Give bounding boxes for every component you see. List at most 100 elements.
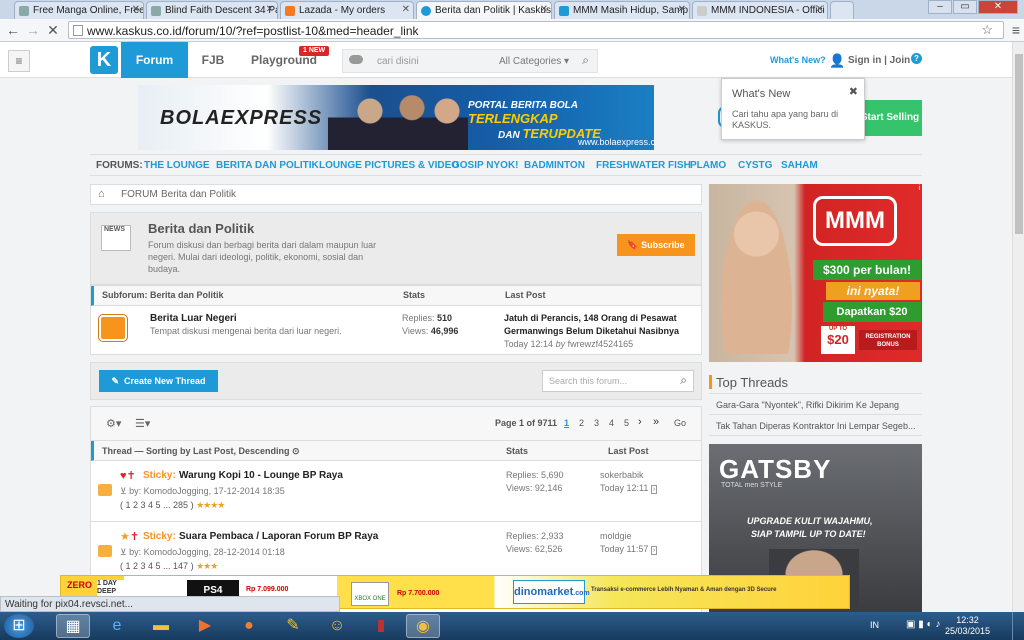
back-arrow-icon[interactable]: ← xyxy=(4,22,22,38)
signin-link[interactable]: Sign in | Join xyxy=(848,55,910,66)
bookmark-star-icon[interactable]: ☆ xyxy=(981,22,993,38)
url-bar[interactable]: www.kaskus.co.id/forum/10/?ref=postlist-… xyxy=(68,21,1004,39)
forum-link[interactable]: BERITA DAN POLITIK xyxy=(216,155,319,177)
subscribe-button[interactable]: 🔖 Subscribe xyxy=(617,234,695,256)
forum-link[interactable]: CYSTG xyxy=(738,155,772,177)
start-button[interactable]: ⊞ xyxy=(4,614,34,638)
list-item[interactable]: Tak Tahan Diperas Kontraktor Ini Lempar … xyxy=(709,416,922,436)
mmm-ad[interactable]: MMM $300 per bulan! ini nyata! Dapatkan … xyxy=(709,184,922,362)
category-select[interactable]: All Categories ▾ xyxy=(499,56,569,67)
browser-tab[interactable]: Free Manga Online, Free M ✕ xyxy=(14,1,144,19)
forum-link[interactable]: PLAMO xyxy=(690,155,726,177)
breadcrumb-forum[interactable]: FORUM xyxy=(121,185,158,204)
page-link[interactable]: 2 xyxy=(579,418,584,428)
stop-loading-icon[interactable]: ✕ xyxy=(44,22,62,39)
media-player-icon[interactable]: ▶ xyxy=(188,614,222,638)
app-icon[interactable]: ✎ xyxy=(276,614,310,638)
start-selling-button[interactable]: Start Selling xyxy=(858,100,922,136)
window-close-icon[interactable]: ✕ xyxy=(978,0,1018,14)
last-post-time[interactable]: Today 12:11 › xyxy=(600,483,658,494)
tray-icons[interactable]: ▣ ▮ ◐ ♪ xyxy=(906,619,940,630)
page-link[interactable]: 5 xyxy=(624,418,629,428)
close-icon[interactable]: ✕ xyxy=(678,4,686,15)
thread-pages[interactable]: ( 1 2 3 4 5 ... 285 ) ★★★★ xyxy=(120,500,225,511)
page-link-current[interactable]: 1 xyxy=(564,418,569,428)
last-post-user[interactable]: sokerbabik xyxy=(600,470,644,480)
explorer-icon[interactable]: ▦ xyxy=(56,614,90,638)
last-post-user[interactable]: moldgie xyxy=(600,531,632,541)
page-link[interactable]: 4 xyxy=(609,418,614,428)
forum-link[interactable]: FRESHWATER FISH xyxy=(596,155,691,177)
author-text[interactable]: KomodoJogging, 17-12-2014 18:35 xyxy=(144,486,285,496)
top-thread-link[interactable]: Tak Tahan Diperas Kontraktor Ini Lempar … xyxy=(716,421,915,431)
nav-tab-forum[interactable]: Forum xyxy=(121,42,188,78)
search-input[interactable]: cari disini xyxy=(377,56,419,67)
hamburger-menu-icon[interactable]: ≡ xyxy=(8,50,30,72)
last-post-title[interactable]: Jatuh di Perancis, 148 Orang di Pesawat xyxy=(504,313,677,323)
subforum-name[interactable]: Berita Luar Negeri xyxy=(150,313,237,324)
bolaexpress-banner[interactable]: BOLAEXPRESS PORTAL BERITA BOLA TERLENGKA… xyxy=(138,85,654,150)
close-icon[interactable]: ✕ xyxy=(816,4,824,15)
chrome-icon[interactable]: ◉ xyxy=(406,614,440,638)
page-link[interactable]: 3 xyxy=(594,418,599,428)
close-icon[interactable]: ✕ xyxy=(132,4,140,15)
thread-title[interactable]: Suara Pembaca / Laporan Forum BP Raya xyxy=(179,531,378,542)
kaskus-logo[interactable]: K xyxy=(90,46,118,74)
help-icon[interactable]: ? xyxy=(911,53,922,64)
last-post-user[interactable]: fwrewzf4524165 xyxy=(568,339,634,349)
thread-title[interactable]: Warung Kopi 10 - Lounge BP Raya xyxy=(179,470,343,481)
minimize-icon[interactable]: – xyxy=(928,0,952,14)
show-desktop-button[interactable] xyxy=(1012,612,1024,640)
go-button[interactable]: Go xyxy=(674,418,686,428)
home-icon[interactable]: ⌂ xyxy=(98,185,105,204)
goto-last-icon[interactable]: › xyxy=(650,485,658,494)
site-search[interactable]: cari disini All Categories ▾ ⌕ xyxy=(342,49,598,73)
settings-gear-icon[interactable]: ⚙▾ xyxy=(106,417,121,430)
close-icon[interactable]: ✕ xyxy=(540,4,548,15)
language-indicator[interactable]: IN xyxy=(870,620,879,630)
goto-last-icon[interactable]: › xyxy=(650,546,658,555)
create-thread-button[interactable]: ✎ Create New Thread xyxy=(99,370,218,392)
nav-tab-fjb[interactable]: FJB xyxy=(190,42,236,78)
last-page-icon[interactable]: » xyxy=(653,416,659,428)
browser-tab-active[interactable]: Berita dan Politik | Kaskus ✕ xyxy=(416,1,552,19)
forum-link[interactable]: LOUNGE PICTURES & VIDEO xyxy=(319,155,459,177)
ad-info-icon[interactable]: i xyxy=(918,185,920,192)
table-row[interactable]: ♥✝ Sticky: Warung Kopi 10 - Lounge BP Ra… xyxy=(91,462,701,522)
book-app-icon[interactable]: ▮ xyxy=(364,614,398,638)
search-icon[interactable]: ⌕ xyxy=(582,53,589,68)
thread-pages[interactable]: ( 1 2 3 4 5 ... 147 ) ★★★ xyxy=(120,561,218,572)
whats-new-link[interactable]: What's New? xyxy=(770,55,826,65)
forum-search-input[interactable]: Search this forum... ⌕ xyxy=(542,370,694,392)
maximize-icon[interactable]: ▭ xyxy=(953,0,977,14)
thread-sort-label[interactable]: Thread — Sorting by Last Post, Descendin… xyxy=(102,446,300,457)
system-clock[interactable]: 12:32 25/03/2015 xyxy=(945,615,990,637)
sort-icon[interactable]: ☰▾ xyxy=(135,417,150,430)
browser-tab[interactable]: Lazada - My orders ✕ xyxy=(280,1,414,19)
last-post-title-2[interactable]: Germanwings Belum Diketahui Nasibnya xyxy=(504,326,679,336)
next-page-icon[interactable]: › xyxy=(638,416,642,428)
forum-link[interactable]: THE LOUNGE xyxy=(144,155,210,177)
forum-link[interactable]: BADMINTON xyxy=(524,155,585,177)
close-icon[interactable]: ✖ xyxy=(849,85,858,98)
user-app-icon[interactable]: ☺ xyxy=(320,614,354,638)
ie-icon[interactable]: e xyxy=(100,614,134,638)
close-icon[interactable]: ✕ xyxy=(402,4,410,15)
browser-tab[interactable]: MMM Masih Hidup, Samp ✕ xyxy=(554,1,690,19)
table-row[interactable]: ★✝ Sticky: Suara Pembaca / Laporan Forum… xyxy=(91,523,701,583)
scrollbar-thumb[interactable] xyxy=(1015,54,1023,234)
forum-link[interactable]: SAHAM xyxy=(781,155,818,177)
close-icon[interactable]: ✕ xyxy=(266,4,274,15)
browser-tab[interactable]: MMM INDONESIA - Offici ✕ xyxy=(692,1,828,19)
author-text[interactable]: KomodoJogging, 28-12-2014 01:18 xyxy=(144,547,285,557)
new-tab-button[interactable] xyxy=(830,1,854,19)
search-icon[interactable]: ⌕ xyxy=(680,373,687,388)
folder-icon[interactable]: ▬ xyxy=(144,614,178,638)
last-post-time[interactable]: Today 11:57 › xyxy=(600,544,658,555)
top-thread-link[interactable]: Gara-Gara "Nyontek", Rifki Dikirim Ke Je… xyxy=(716,400,899,410)
list-item[interactable]: Gara-Gara "Nyontek", Rifki Dikirim Ke Je… xyxy=(709,395,922,415)
forum-link[interactable]: GOSIP NYOK! xyxy=(452,155,519,177)
page-scrollbar[interactable] xyxy=(1012,42,1024,612)
browser-tab[interactable]: Blind Faith Descent 34 Pa ✕ xyxy=(146,1,278,19)
forward-arrow-icon[interactable]: → xyxy=(24,22,42,38)
